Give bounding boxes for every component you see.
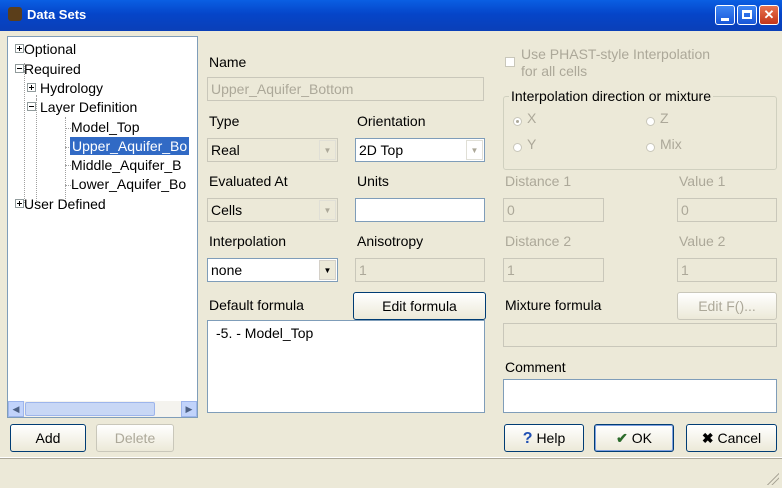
name-label: Name (209, 54, 247, 70)
evaluated-at-label: Evaluated At (209, 173, 288, 189)
edit-formula-button[interactable]: Edit formula (353, 292, 486, 320)
cancel-label: Cancel (717, 430, 762, 446)
distance-1-label: Distance 1 (505, 173, 572, 189)
tree-item-hydrology[interactable]: Hydrology (40, 79, 103, 97)
ok-button[interactable]: ✔ OK (594, 424, 674, 452)
help-label: Help (536, 430, 566, 446)
evaluated-at-select: Cells ▼ (207, 198, 338, 222)
orientation-select[interactable]: 2D Top ▼ (355, 138, 485, 162)
close-icon: ✕ (763, 7, 775, 22)
ok-label: OK (631, 430, 652, 446)
collapse-required-icon[interactable] (15, 64, 24, 73)
resize-grip-icon[interactable] (767, 473, 779, 485)
radio-x-label: X (527, 110, 537, 126)
data-set-tree[interactable]: Optional Required Hydrology Layer Defini… (7, 36, 198, 418)
title-bar: Data Sets ✕ (0, 0, 782, 31)
interpolation-direction-group (503, 96, 777, 170)
type-select: Real ▼ (207, 138, 338, 162)
interpolation-label: Interpolation (209, 233, 287, 249)
distance-2-label: Distance 2 (505, 233, 572, 249)
tree-item-model-top[interactable]: Model_Top (71, 118, 140, 136)
orientation-dropdown-icon[interactable]: ▼ (466, 140, 483, 160)
units-label: Units (357, 173, 389, 189)
tree-item-layer-definition[interactable]: Layer Definition (40, 98, 137, 116)
expand-hydrology-icon[interactable] (27, 83, 36, 92)
edit-mixture-formula-button: Edit F()... (677, 292, 777, 320)
type-value: Real (211, 142, 240, 158)
window-title: Data Sets (27, 7, 87, 22)
status-bar (0, 457, 782, 488)
phast-interpolation-label: Use PHAST-style Interpolation (521, 46, 711, 62)
default-formula-label: Default formula (209, 297, 304, 313)
interpolation-select[interactable]: none ▼ (207, 258, 338, 282)
units-input[interactable] (355, 198, 485, 222)
value-1-field: 0 (677, 198, 777, 222)
tree-horizontal-scrollbar[interactable]: ◀ ▶ (8, 401, 197, 417)
minimize-icon (721, 18, 729, 21)
delete-button: Delete (96, 424, 174, 452)
anisotropy-field: 1 (355, 258, 485, 282)
evaluated-at-dropdown-icon: ▼ (319, 200, 336, 220)
default-formula-editor[interactable]: -5. - Model_Top (207, 320, 485, 413)
radio-x (513, 117, 522, 126)
type-label: Type (209, 113, 240, 129)
mixture-formula-field (503, 323, 777, 347)
radio-mix-label: Mix (660, 136, 682, 152)
phast-interpolation-label-2: for all cells (521, 63, 588, 79)
scroll-right-icon[interactable]: ▶ (181, 401, 197, 417)
maximize-icon (742, 10, 752, 19)
expand-user-defined-icon[interactable] (15, 199, 24, 208)
collapse-layer-definition-icon[interactable] (27, 102, 36, 111)
help-button[interactable]: ? Help (504, 424, 584, 452)
interpolation-direction-label: Interpolation direction or mixture (509, 88, 713, 104)
check-icon: ✔ (616, 430, 628, 446)
maximize-button[interactable] (737, 5, 757, 25)
mixture-formula-label: Mixture formula (505, 297, 602, 313)
tree-item-lower-aquifer-bottom[interactable]: Lower_Aquifer_Bo (71, 175, 186, 193)
radio-z (646, 117, 655, 126)
close-button[interactable]: ✕ (759, 5, 779, 25)
scroll-thumb[interactable] (25, 402, 155, 416)
minimize-button[interactable] (715, 5, 735, 25)
interpolation-dropdown-icon[interactable]: ▼ (319, 260, 336, 280)
comment-field[interactable] (503, 379, 777, 413)
evaluated-at-value: Cells (211, 202, 243, 218)
help-icon: ? (522, 430, 533, 447)
radio-y (513, 143, 522, 152)
value-2-field: 1 (677, 258, 777, 282)
app-icon (8, 7, 22, 21)
name-field: Upper_Aquifer_Bottom (207, 77, 484, 101)
tree-item-optional[interactable]: Optional (24, 40, 76, 58)
radio-mix (646, 143, 655, 152)
tree-item-user-defined[interactable]: User Defined (24, 195, 106, 213)
cancel-button[interactable]: ✖ Cancel (686, 424, 777, 452)
value-1-label: Value 1 (679, 173, 726, 189)
distance-1-field: 0 (503, 198, 604, 222)
tree-item-upper-aquifer-bottom[interactable]: Upper_Aquifer_Bo (70, 137, 190, 155)
tree-item-middle-aquifer-bottom[interactable]: Middle_Aquifer_B (71, 156, 182, 174)
radio-y-label: Y (527, 136, 537, 152)
comment-label: Comment (505, 359, 566, 375)
type-dropdown-icon: ▼ (319, 140, 336, 160)
tree-item-required[interactable]: Required (24, 60, 81, 78)
expand-optional-icon[interactable] (15, 44, 24, 53)
anisotropy-label: Anisotropy (357, 233, 424, 249)
cancel-x-icon: ✖ (701, 430, 714, 446)
phast-interpolation-checkbox (505, 57, 515, 67)
orientation-label: Orientation (357, 113, 426, 129)
value-2-label: Value 2 (679, 233, 726, 249)
distance-2-field: 1 (503, 258, 604, 282)
radio-z-label: Z (660, 110, 669, 126)
add-button[interactable]: Add (10, 424, 86, 452)
orientation-value: 2D Top (359, 142, 404, 158)
interpolation-value: none (211, 262, 243, 278)
scroll-left-icon[interactable]: ◀ (8, 401, 24, 417)
